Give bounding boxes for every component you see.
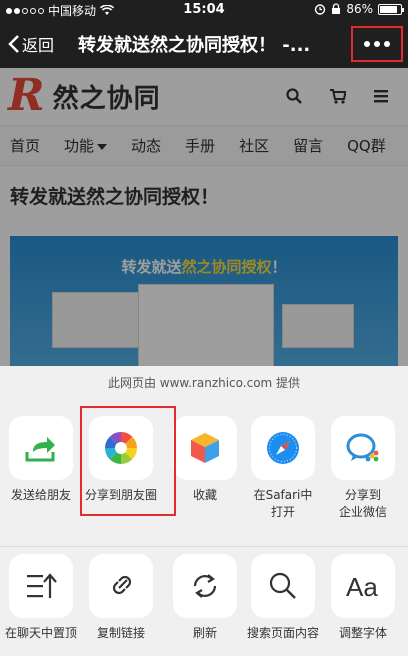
back-label: 返回: [22, 36, 55, 55]
favorite-button[interactable]: 收藏: [166, 416, 244, 504]
action-row: 在聊天中置顶 复制链接 刷新 搜索页面内容 Aa 调整字体: [0, 554, 408, 656]
battery-icon: [378, 3, 404, 15]
highlight-box: [80, 406, 176, 516]
share-to-wechat-work-label: 分享到 企业微信: [338, 488, 387, 519]
sheet-divider: [0, 546, 408, 547]
search-icon: [251, 554, 315, 618]
back-button[interactable]: 返回: [8, 32, 54, 56]
pin-to-top-label: 在聊天中置顶: [4, 626, 77, 640]
orientation-lock-icon: [332, 3, 341, 14]
font-size-label: 调整字体: [338, 626, 387, 640]
svg-text:Aa: Aa: [346, 572, 378, 601]
battery-percent: 86%: [346, 2, 373, 16]
safari-icon: [251, 416, 315, 480]
dim-overlay[interactable]: [0, 68, 408, 368]
font-size-icon: Aa: [331, 554, 395, 618]
nav-bar: 返回 转发就送然之协同授权！ -...: [0, 20, 408, 68]
pin-to-top-button[interactable]: 在聊天中置顶: [2, 554, 80, 642]
refresh-icon: [173, 554, 237, 618]
open-in-safari-button[interactable]: 在Safari中 打开: [244, 416, 322, 521]
more-menu-button[interactable]: [351, 26, 403, 62]
copy-link-button[interactable]: 复制链接: [82, 554, 160, 642]
wechat-work-icon: [331, 416, 395, 480]
refresh-button[interactable]: 刷新: [166, 554, 244, 642]
more-dot-icon: [374, 41, 380, 47]
status-bar: 中国移动 15:04 86%: [0, 0, 408, 20]
search-page-label: 搜索页面内容: [246, 626, 319, 640]
search-page-button[interactable]: 搜索页面内容: [244, 554, 322, 642]
favorite-cube-icon: [173, 416, 237, 480]
page-title: 转发就送然之协同授权！ -...: [78, 35, 311, 56]
pin-top-icon: [9, 554, 73, 618]
alarm-icon: [315, 4, 326, 15]
more-dot-icon: [364, 41, 370, 47]
refresh-label: 刷新: [192, 626, 217, 640]
provider-note: 此网页由 www.ranzhico.com 提供: [107, 376, 301, 390]
favorite-label: 收藏: [192, 488, 217, 502]
font-size-button[interactable]: Aa 调整字体: [324, 554, 402, 642]
share-sheet: 此网页由 www.ranzhico.com 提供 发送给朋友 分享到朋友圈 收藏…: [0, 366, 408, 656]
share-row: 发送给朋友 分享到朋友圈 收藏 在Safari中 打开 分享到 企业微信: [0, 416, 408, 556]
more-dot-icon: [384, 41, 390, 47]
share-arrow-icon: [9, 416, 73, 480]
share-to-friend-button[interactable]: 发送给朋友: [2, 416, 80, 504]
share-to-friend-label: 发送给朋友: [10, 488, 71, 502]
link-icon: [89, 554, 153, 618]
open-in-safari-label: 在Safari中 打开: [253, 488, 313, 519]
chevron-left-icon: [8, 35, 19, 53]
share-to-wechat-work-button[interactable]: 分享到 企业微信: [324, 416, 402, 521]
copy-link-label: 复制链接: [96, 626, 145, 640]
